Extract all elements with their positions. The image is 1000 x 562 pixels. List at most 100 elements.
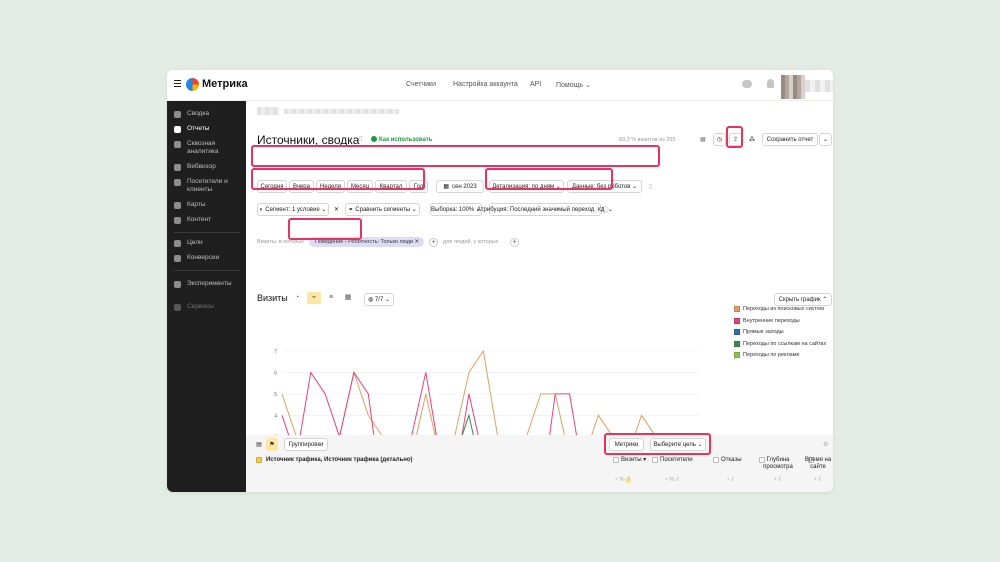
account-name-blurred[interactable] xyxy=(805,80,833,92)
legend-item[interactable]: Переходы из поисковых систем xyxy=(734,306,824,312)
col-visits[interactable]: Визиты ▾ xyxy=(621,457,646,464)
list-icon: ▤ xyxy=(256,442,262,448)
flag-icon: ⚑ xyxy=(269,442,275,448)
compare-icon: ⚭ xyxy=(348,207,354,213)
sidebar-item-services[interactable]: Сервисы xyxy=(174,303,214,313)
avatar[interactable] xyxy=(781,75,805,99)
bounces-checkbox[interactable] xyxy=(713,457,719,463)
target-icon xyxy=(174,240,181,247)
pie-icon[interactable]: ◔ ⫽ xyxy=(773,477,781,484)
save-report-button[interactable]: Сохранить отчет xyxy=(762,133,818,146)
date-picker-button[interactable]: ▦ сен 2023 xyxy=(436,180,484,193)
sidebar-item-content[interactable]: Контент xyxy=(174,216,211,226)
col-bounces[interactable]: Отказы xyxy=(721,457,742,464)
calendar-small-icon[interactable]: ▦ xyxy=(700,136,706,143)
flat-view-button[interactable]: ⚑ xyxy=(266,438,278,451)
calendar-icon: ▦ xyxy=(443,184,449,190)
data-dropdown[interactable]: Данные: без роботов ⌄ xyxy=(567,180,642,193)
sidebar-item-webvisor[interactable]: Вебвизор xyxy=(174,163,216,173)
sidebar-item-visitors[interactable]: Посетители и клиенты xyxy=(174,178,228,193)
sidebar-divider xyxy=(174,232,240,233)
legend-label: Переходы по рекламе xyxy=(743,352,800,358)
col-depth[interactable]: Глубина просмотра xyxy=(758,457,798,471)
sidebar-item-goals[interactable]: Цели xyxy=(174,239,203,249)
metrics-button[interactable]: Метрики xyxy=(609,438,644,451)
visits-share-text: 83,3 % визитов из 255 xyxy=(619,137,676,143)
y-tick-label: 4 xyxy=(274,413,277,419)
clear-segment-button[interactable]: ✕ xyxy=(331,203,342,216)
sidebar-item-experiments[interactable]: Эксперименты xyxy=(174,280,232,290)
segment-dropdown[interactable]: ◐ Сегмент: 1 условие ⌄ xyxy=(257,203,329,216)
app-name[interactable]: Метрика xyxy=(202,78,248,90)
y-tick-label: 7 xyxy=(274,349,277,355)
legend-label: Прямые заходы xyxy=(743,329,784,335)
legend-item[interactable]: Прямые заходы xyxy=(734,329,784,335)
goal-dropdown[interactable]: Выберите цель ⌄ xyxy=(650,438,706,451)
chevron-down-icon: ⌄ xyxy=(822,137,829,143)
sidebar-item-summary[interactable]: Сводка xyxy=(174,110,209,120)
period-month[interactable]: Месяц xyxy=(347,180,373,193)
counter-name-blurred xyxy=(257,107,279,115)
experiment-icon xyxy=(174,281,181,288)
legend-swatch xyxy=(734,317,740,324)
conversion-icon xyxy=(174,255,181,262)
tree-view-button[interactable]: ▤ xyxy=(253,438,265,451)
nav-help[interactable]: Помощь ⌄ xyxy=(556,81,591,89)
info-icon xyxy=(371,136,377,142)
pie-icon[interactable]: ◔ ⫽ xyxy=(813,477,821,484)
sidebar: Сводка Отчеты Сквозная аналитика Вебвизо… xyxy=(167,101,246,492)
period-yesterday[interactable]: Вчера xyxy=(289,180,314,193)
y-tick-label: 5 xyxy=(274,392,277,398)
bell-icon[interactable] xyxy=(767,79,774,88)
history-button[interactable]: ◷ xyxy=(713,133,726,146)
period-year[interactable]: Год xyxy=(409,180,428,193)
nav-counters[interactable]: Счетчики xyxy=(406,81,436,88)
legend-label: Внутренние переходы xyxy=(743,317,800,324)
sidebar-item-maps[interactable]: Карты xyxy=(174,201,206,211)
sidebar-item-reports[interactable]: Отчеты xyxy=(174,125,209,135)
segment-icon: ◐ xyxy=(259,206,264,213)
save-options-button[interactable]: ⌄ xyxy=(819,133,832,146)
period-today[interactable]: Сегодня xyxy=(257,180,287,193)
bookmark-icon[interactable]: ▯ xyxy=(359,135,362,142)
pie-icon[interactable]: ◔ % ⫽ xyxy=(614,477,631,484)
visits-checkbox[interactable] xyxy=(613,457,619,463)
col-visitors[interactable]: Посетители xyxy=(660,457,693,464)
chat-icon[interactable] xyxy=(742,80,752,88)
how-to-use-link[interactable]: Как использовать xyxy=(371,136,432,143)
col-time[interactable]: Время на сайте xyxy=(804,457,832,471)
info-icon[interactable]: ▯ xyxy=(649,183,652,190)
legend-item[interactable]: Переходы по ссылкам на сайтах xyxy=(734,340,826,347)
sample-dropdown[interactable]: Выборка: 100% ⌄ xyxy=(430,203,482,216)
pie-icon[interactable]: ◔ ⫽ xyxy=(726,477,734,484)
help-circle-icon[interactable]: ◯ xyxy=(602,206,609,213)
period-quarter[interactable]: Квартал xyxy=(375,180,407,193)
visitors-checkbox[interactable] xyxy=(652,457,658,463)
nav-account-settings[interactable]: Настройка аккаунта xyxy=(453,81,518,88)
dimension-header[interactable]: Источник трафика, Источник трафика (дета… xyxy=(266,457,413,464)
sidebar-item-conversions[interactable]: Конверсии xyxy=(174,254,219,264)
legend-item[interactable]: Переходы по рекламе xyxy=(734,352,800,358)
sidebar-item-end-to-end[interactable]: Сквозная аналитика xyxy=(174,140,224,155)
legend-label: Переходы из поисковых систем xyxy=(743,306,824,312)
share-button[interactable]: ⁂ xyxy=(746,133,758,146)
page-title: Источники, сводка xyxy=(257,133,360,147)
settings-gear-icon[interactable]: ⚙ xyxy=(823,441,828,448)
menu-icon[interactable] xyxy=(174,80,181,87)
share-icon: ⁂ xyxy=(749,137,755,143)
period-week[interactable]: Неделя xyxy=(316,180,345,193)
pie-icon[interactable]: ◔ % ⫽ xyxy=(664,477,679,484)
attribution-dropdown[interactable]: Атрибуция: Последний значимый переход КД… xyxy=(477,203,613,216)
y-tick-label: 6 xyxy=(274,370,277,376)
nav-api[interactable]: API xyxy=(530,81,541,88)
app-window: Метрика Счетчики Настройка аккаунта API … xyxy=(167,70,833,492)
pen-icon xyxy=(174,217,181,224)
detail-dropdown[interactable]: Детализация: по дням ⌄ xyxy=(489,180,564,193)
compare-segments-button[interactable]: ⚭ Сравнить сегменты ⌄ xyxy=(345,203,420,216)
bar-chart-icon xyxy=(174,126,181,133)
export-button[interactable]: ⇪ xyxy=(729,133,742,146)
map-icon xyxy=(174,202,181,209)
dimension-checkbox[interactable] xyxy=(256,457,262,463)
groupings-button[interactable]: Группировки xyxy=(284,438,328,451)
legend-item[interactable]: Внутренние переходы xyxy=(734,317,800,324)
